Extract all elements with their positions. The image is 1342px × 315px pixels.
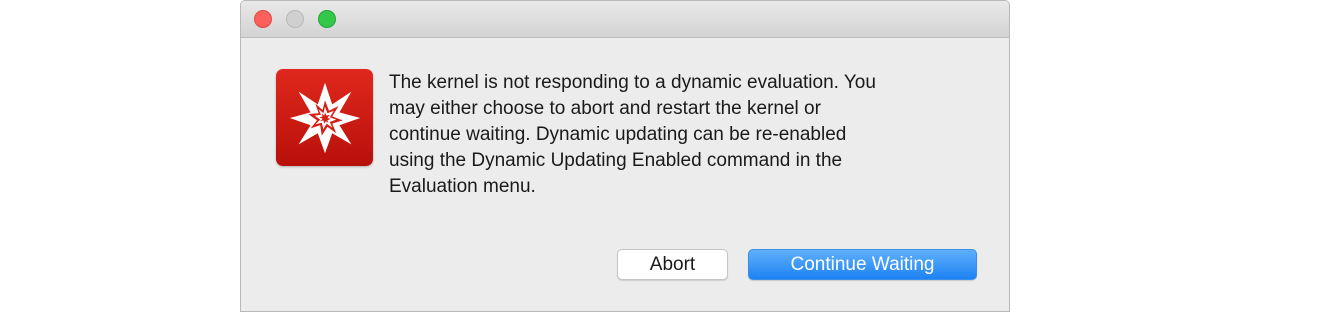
close-window-button[interactable] <box>254 10 272 28</box>
alert-message: The kernel is not responding to a dynami… <box>389 72 876 197</box>
title-bar <box>241 1 1009 38</box>
minimize-window-button[interactable] <box>286 10 304 28</box>
spikey-icon <box>289 82 360 153</box>
alert-dialog-window: The kernel is not responding to a dynami… <box>240 0 1010 312</box>
wolfram-mathematica-icon <box>276 69 373 166</box>
zoom-window-button[interactable] <box>318 10 336 28</box>
continue-waiting-button[interactable]: Continue Waiting <box>748 249 977 280</box>
abort-button[interactable]: Abort <box>617 249 728 280</box>
